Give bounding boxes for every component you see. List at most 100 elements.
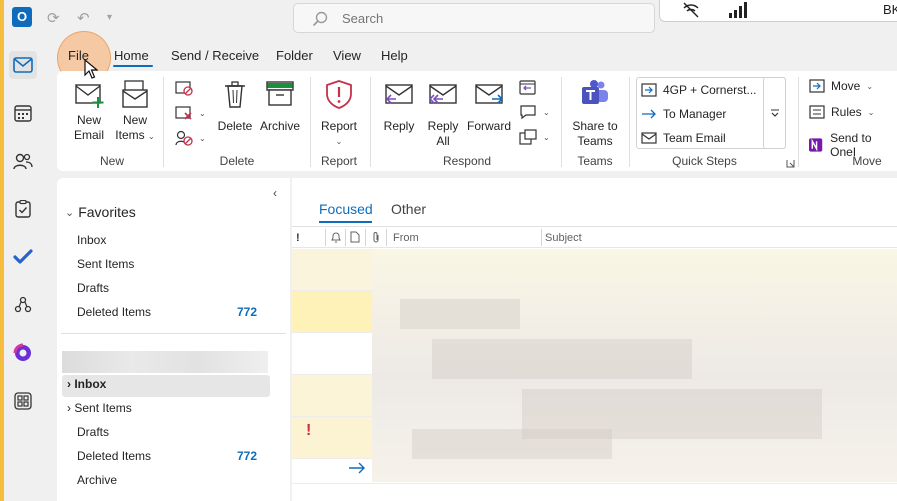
column-separator[interactable] [365, 229, 366, 246]
item-type-column-icon[interactable] [350, 231, 360, 246]
report-shield-icon [326, 80, 352, 109]
subject-column-header[interactable]: Subject [545, 232, 582, 244]
copilot-icon[interactable] [9, 339, 37, 367]
quick-step-3[interactable]: Team Email [641, 131, 726, 145]
todo-icon[interactable] [9, 243, 37, 271]
chevron-down-icon: ⌄ [65, 206, 75, 219]
expand-gallery-icon [771, 109, 779, 117]
new-email-icon [75, 84, 104, 108]
folder-divider [61, 333, 286, 334]
chevron-down-icon: ⌄ [199, 133, 206, 143]
apps-icon[interactable] [9, 387, 37, 415]
new-email-label-1: New [76, 113, 101, 127]
from-column-header[interactable]: From [393, 232, 419, 244]
delete-button[interactable]: Delete [215, 79, 255, 134]
quick-step-2-label: To Manager [663, 107, 727, 121]
folder-inbox-label: Inbox [74, 377, 107, 391]
new-items-button[interactable]: New Items ⌄ [113, 79, 157, 144]
meeting-button[interactable] [519, 79, 537, 95]
attachment-column-icon[interactable] [371, 231, 381, 247]
menu-send-receive[interactable]: Send / Receive [171, 48, 259, 63]
quick-step-1-label: 4GP + Cornerst... [663, 83, 757, 97]
archive-button[interactable]: Archive [259, 79, 301, 134]
ignore-button[interactable] [175, 80, 193, 96]
tab-other[interactable]: Other [391, 201, 426, 217]
favorites-header[interactable]: ⌄ Favorites [65, 204, 136, 220]
report-button[interactable]: Report ⌄ [319, 79, 359, 149]
column-separator[interactable] [386, 229, 387, 246]
high-importance-icon: ! [306, 422, 312, 439]
chevron-right-icon[interactable]: › [67, 377, 71, 391]
more-respond-button[interactable]: ⌄ [519, 129, 550, 145]
folder-deleted-items-count: 772 [237, 449, 258, 463]
folder-drafts[interactable]: Drafts [77, 425, 109, 439]
folder-sent-items[interactable]: › Sent Items [67, 401, 132, 415]
group-delete-label: Delete [219, 154, 255, 168]
junk-button[interactable]: ⌄ [175, 130, 206, 146]
rules-label: Rules [831, 105, 862, 119]
menu-home[interactable]: Home [114, 48, 149, 63]
people-icon[interactable] [9, 147, 37, 175]
customize-qat-icon[interactable]: ▾ [107, 12, 112, 23]
quick-steps-more-button[interactable] [763, 77, 786, 149]
menu-help[interactable]: Help [381, 48, 408, 63]
team-email-icon [641, 132, 657, 144]
column-separator[interactable] [325, 229, 326, 246]
search-input[interactable] [342, 9, 622, 27]
favorite-inbox[interactable]: Inbox [77, 233, 106, 247]
redacted-block [432, 339, 692, 379]
signal-icon[interactable] [728, 2, 750, 21]
clean-up-icon [175, 106, 192, 120]
folder-inbox[interactable]: › Inbox [67, 377, 106, 391]
teams-icon [582, 80, 608, 104]
redacted-message-content [372, 249, 897, 482]
im-button[interactable]: ⌄ [519, 104, 550, 120]
folder-archive[interactable]: Archive [77, 473, 117, 487]
column-separator[interactable] [541, 229, 542, 246]
move-to-folder-icon [641, 83, 657, 97]
calendar-icon[interactable] [9, 99, 37, 127]
user-initials[interactable]: BK [883, 2, 897, 17]
message-list: Focused Other ! From Subject ! [292, 178, 897, 501]
search-icon [312, 11, 328, 30]
ribbon-divider [798, 77, 799, 167]
column-separator[interactable] [345, 229, 346, 246]
move-button[interactable]: Move ⌄ [809, 79, 873, 93]
menu-view[interactable]: View [333, 48, 361, 63]
clean-up-button[interactable]: ⌄ [175, 105, 206, 121]
reply-button[interactable]: Reply [379, 79, 419, 134]
folder-sent-items-label: Sent Items [74, 401, 132, 415]
search-box[interactable] [293, 3, 655, 33]
forward-button[interactable]: Forward [465, 79, 513, 134]
reminder-column-icon[interactable] [330, 231, 342, 246]
menu-folder[interactable]: Folder [276, 48, 313, 63]
ribbon-divider [163, 77, 164, 167]
dialog-launcher-icon[interactable] [786, 157, 795, 171]
favorite-sent-items[interactable]: Sent Items [77, 257, 134, 271]
chevron-right-icon[interactable]: › [67, 401, 71, 415]
new-email-button[interactable]: New Email [71, 79, 107, 143]
tab-focused[interactable]: Focused [319, 201, 373, 217]
tasks-icon[interactable] [9, 195, 37, 223]
sync-icon[interactable]: ⟳ [47, 9, 60, 27]
account-name-redacted[interactable] [62, 351, 268, 373]
no-wifi-icon[interactable] [682, 2, 700, 21]
archive-icon [266, 81, 294, 106]
importance-column-header[interactable]: ! [296, 232, 300, 244]
forward-icon [475, 84, 504, 104]
favorite-drafts[interactable]: Drafts [77, 281, 109, 295]
undo-icon[interactable]: ↶ [77, 9, 90, 27]
move-icon [809, 79, 825, 93]
quick-step-1[interactable]: 4GP + Cornerst... [641, 83, 757, 97]
junk-icon [175, 130, 193, 146]
folder-deleted-items[interactable]: Deleted Items [77, 449, 151, 463]
quick-step-2[interactable]: To Manager [641, 107, 726, 121]
rules-button[interactable]: Rules ⌄ [809, 105, 874, 119]
share-to-teams-button[interactable]: Share to Teams [569, 79, 621, 149]
groups-icon[interactable] [9, 291, 37, 319]
mail-icon[interactable] [9, 51, 37, 79]
favorite-deleted-items[interactable]: Deleted Items [77, 305, 151, 319]
reply-all-button[interactable]: Reply All [423, 79, 463, 149]
collapse-pane-icon[interactable]: ‹ [273, 186, 277, 200]
active-tab-indicator [113, 65, 153, 67]
